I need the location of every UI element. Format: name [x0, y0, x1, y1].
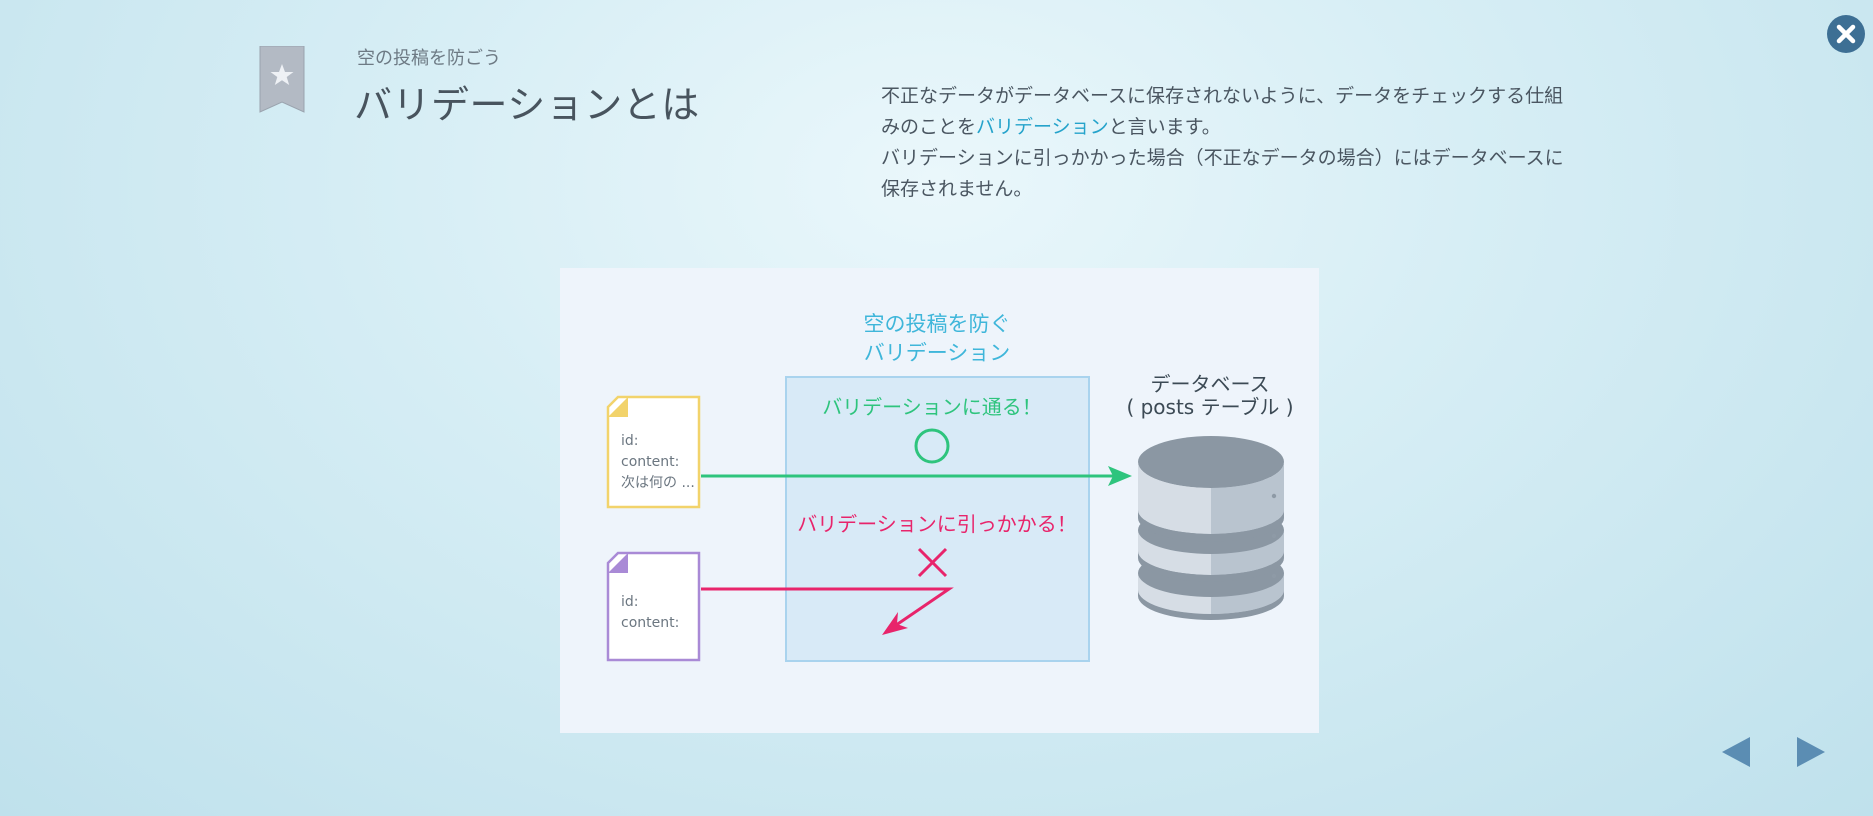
validation-keyword: バリデーション — [976, 116, 1109, 138]
description: 不正なデータがデータベースに保存されないように、データをチェックする仕組みのこと… — [881, 81, 1581, 205]
next-arrow-icon — [1797, 737, 1825, 767]
validation-diagram: 空の投稿を防ぐ バリデーション バリデーションに通る！ バリデーションに引っかか… — [560, 268, 1319, 733]
bookmark-button[interactable] — [258, 45, 306, 120]
fail-label: バリデーションに引っかかる！ — [797, 512, 1077, 536]
prev-slide-button[interactable] — [1720, 735, 1754, 769]
doc-field-value: 次は何の ... — [621, 475, 695, 491]
next-slide-button[interactable] — [1793, 735, 1827, 769]
description-text: と言います。 — [1108, 116, 1221, 138]
doc-field-content: content: — [621, 454, 679, 470]
diagram-canvas: 空の投稿を防ぐ バリデーション バリデーションに通る！ バリデーションに引っかか… — [606, 312, 1294, 662]
page-title: バリデーションとは — [354, 83, 700, 127]
validation-title: 空の投稿を防ぐ — [864, 312, 1011, 336]
database-icon — [1138, 436, 1284, 620]
validation-title: バリデーション — [864, 341, 1011, 365]
close-icon — [1836, 24, 1856, 44]
doc-field-id: id: — [621, 433, 639, 449]
pass-label: バリデーションに通る！ — [822, 395, 1042, 419]
description-paragraph-1: 不正なデータがデータベースに保存されないように、データをチェックする仕組みのこと… — [881, 81, 1581, 143]
close-button[interactable] — [1827, 15, 1865, 53]
database-label: ( posts テーブル ) — [1126, 395, 1293, 419]
description-paragraph-2: バリデーションに引っかかった場合（不正なデータの場合）にはデータベースに保存され… — [881, 147, 1564, 200]
prev-arrow-icon — [1722, 737, 1750, 767]
bookmark-star-icon — [259, 45, 305, 113]
valid-post-document: id: content: 次は何の ... — [606, 395, 701, 509]
lesson-subtitle: 空の投稿を防ごう — [357, 48, 501, 69]
doc-field-content: content: — [621, 615, 679, 631]
invalid-post-document: id: content: — [606, 551, 701, 662]
doc-field-id: id: — [621, 594, 639, 610]
database-label: データベース — [1151, 372, 1270, 396]
